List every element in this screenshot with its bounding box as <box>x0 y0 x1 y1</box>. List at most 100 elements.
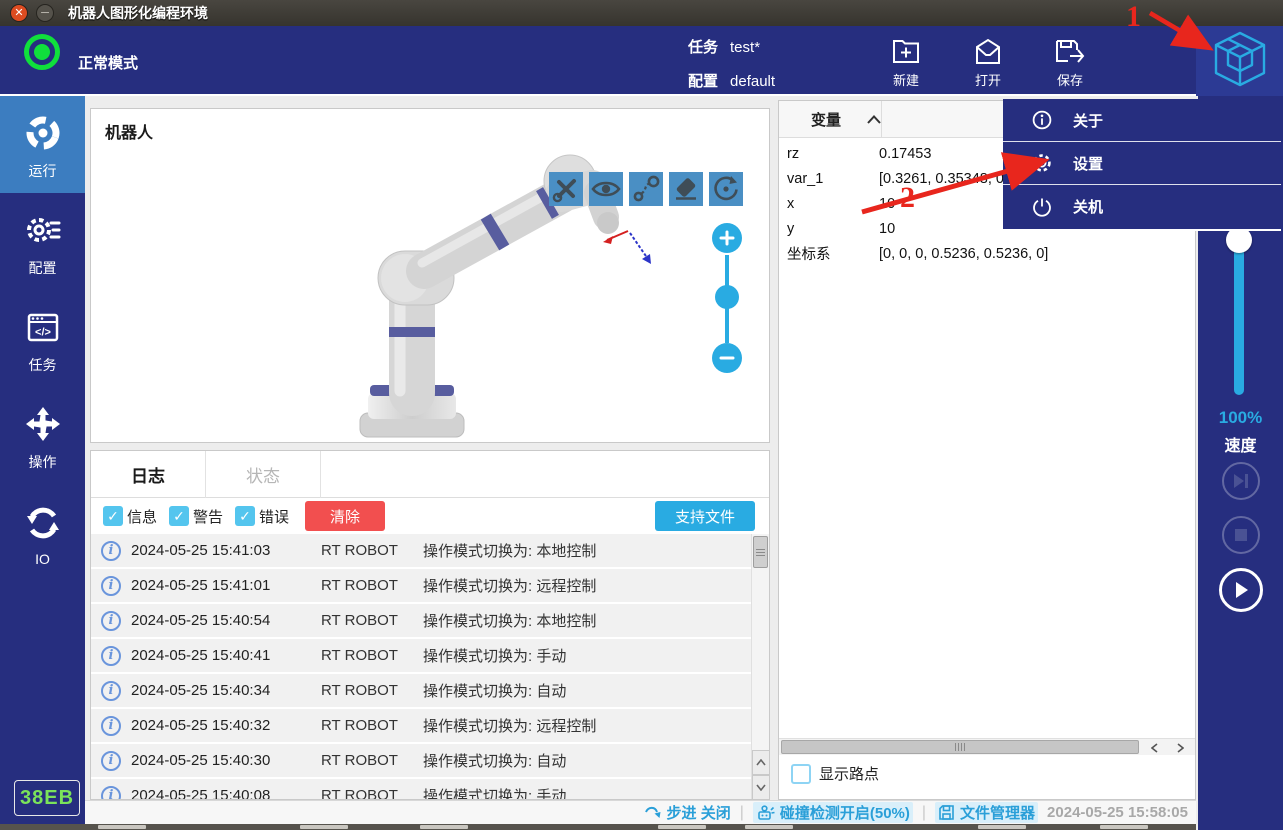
collision-detect-status[interactable]: 碰撞检测开启(50%) <box>753 802 913 823</box>
annotation-label-1: 1 <box>1126 0 1141 34</box>
open-button[interactable]: 打开 <box>962 26 1014 96</box>
step-mode-status[interactable]: 步进 关闭 <box>644 802 731 823</box>
scroll-right-button[interactable] <box>1169 740 1191 755</box>
robot-viewport-panel: 机器人 <box>90 108 770 443</box>
speed-slider-track[interactable] <box>1234 240 1244 395</box>
view-toolbar <box>549 172 743 206</box>
log-row[interactable]: i 2024-05-25 15:40:54 RT ROBOT 操作模式切换为: … <box>91 604 752 637</box>
collapse-chevron-icon <box>867 115 881 124</box>
show-waypoints-checkbox[interactable] <box>791 764 811 784</box>
variable-value: [0.3261, 0.35348, 0 <box>879 171 1004 187</box>
log-message: 操作模式切换为: 自动 <box>423 680 566 701</box>
desktop-strip <box>0 824 1196 830</box>
rotate-icon[interactable] <box>709 172 743 206</box>
filter-warning-checkbox[interactable]: ✓ <box>169 506 189 526</box>
menu-item-settings[interactable]: 设置 <box>1003 142 1281 185</box>
variable-row[interactable]: 坐标系 [0, 0, 0, 0.5236, 0.5236, 0] <box>779 241 1195 266</box>
log-row[interactable]: i 2024-05-25 15:40:32 RT ROBOT 操作模式切换为: … <box>91 709 752 742</box>
collision-detect-label: 碰撞检测开启(50%) <box>780 802 910 823</box>
save-file-icon <box>1054 37 1086 67</box>
config-field: 配置default <box>688 70 775 91</box>
scroll-down-button[interactable] <box>752 775 770 800</box>
svg-text:</>: </> <box>35 327 51 339</box>
info-icon: i <box>101 786 121 801</box>
zoom-slider-handle[interactable] <box>715 285 739 309</box>
variable-name: x <box>779 196 879 212</box>
sidebar-item-label: 配置 <box>29 258 57 278</box>
sidebar-item-io[interactable]: IO <box>0 484 85 581</box>
configure-icon <box>23 210 63 253</box>
window-close-button[interactable]: ✕ <box>10 4 28 22</box>
scroll-left-button[interactable] <box>1143 740 1165 755</box>
tab-status[interactable]: 状态 <box>206 451 321 498</box>
task-icon: </> <box>23 307 63 350</box>
task-label: 任务 <box>688 39 718 56</box>
io-icon <box>23 503 63 546</box>
log-source: RT ROBOT <box>321 647 411 664</box>
step-next-button[interactable] <box>1222 462 1260 500</box>
scrollbar-thumb[interactable] <box>781 740 1139 754</box>
eye-icon[interactable] <box>589 172 623 206</box>
skip-next-icon <box>1231 472 1251 490</box>
eraser-icon[interactable] <box>669 172 703 206</box>
zoom-out-button[interactable] <box>712 343 742 373</box>
log-row[interactable]: i 2024-05-25 15:40:08 RT ROBOT 操作模式切换为: … <box>91 779 752 800</box>
variables-header-label: 变量 <box>811 109 841 130</box>
config-value: default <box>730 73 775 90</box>
window-minimize-button[interactable]: ─ <box>36 4 54 22</box>
save-button[interactable]: 保存 <box>1044 26 1096 96</box>
log-message: 操作模式切换为: 远程控制 <box>423 575 596 596</box>
variable-name: 坐标系 <box>779 243 879 264</box>
variables-horizontal-scrollbar[interactable] <box>779 738 1195 755</box>
log-source: RT ROBOT <box>321 717 411 734</box>
sidebar-item-operate[interactable]: 操作 <box>0 387 85 484</box>
file-manager-status[interactable]: 文件管理器 <box>935 802 1038 823</box>
log-row[interactable]: i 2024-05-25 15:40:34 RT ROBOT 操作模式切换为: … <box>91 674 752 707</box>
tab-log[interactable]: 日志 <box>91 451 206 498</box>
variable-value: [0, 0, 0, 0.5236, 0.5236, 0] <box>879 246 1048 262</box>
menu-item-label: 设置 <box>1073 153 1103 174</box>
save-button-label: 保存 <box>1057 70 1083 89</box>
log-list: i 2024-05-25 15:41:03 RT ROBOT 操作模式切换为: … <box>91 534 752 800</box>
annotation-label-2: 2 <box>900 181 915 215</box>
sidebar-item-task[interactable]: </> 任务 <box>0 290 85 387</box>
log-row[interactable]: i 2024-05-25 15:41:03 RT ROBOT 操作模式切换为: … <box>91 534 752 567</box>
filter-info-checkbox[interactable]: ✓ <box>103 506 123 526</box>
log-time: 2024-05-25 15:40:32 <box>131 717 296 734</box>
log-row[interactable]: i 2024-05-25 15:40:41 RT ROBOT 操作模式切换为: … <box>91 639 752 672</box>
menu-item-shutdown[interactable]: 关机 <box>1003 185 1281 228</box>
info-icon <box>1031 110 1053 130</box>
log-row[interactable]: i 2024-05-25 15:40:30 RT ROBOT 操作模式切换为: … <box>91 744 752 777</box>
new-button[interactable]: 新建 <box>880 26 932 96</box>
filter-error-checkbox[interactable]: ✓ <box>235 506 255 526</box>
path-icon[interactable] <box>629 172 663 206</box>
file-manager-label: 文件管理器 <box>960 802 1035 823</box>
menu-item-about[interactable]: 关于 <box>1003 99 1281 142</box>
info-icon: i <box>101 681 121 701</box>
sidebar-item-label: IO <box>35 551 50 567</box>
sidebar-item-label: 运行 <box>29 161 57 181</box>
task-value: test* <box>730 39 760 56</box>
log-row[interactable]: i 2024-05-25 15:41:01 RT ROBOT 操作模式切换为: … <box>91 569 752 602</box>
tools-icon[interactable] <box>549 172 583 206</box>
play-button[interactable] <box>1219 568 1263 612</box>
app-menu-button[interactable] <box>1196 26 1283 96</box>
log-filter-row: ✓ 信息 ✓ 警告 ✓ 错误 清除 支持文件 <box>91 498 769 534</box>
robot-panel-title: 机器人 <box>105 119 153 143</box>
open-button-label: 打开 <box>975 70 1001 89</box>
sidebar-item-run[interactable]: 运行 <box>0 96 85 193</box>
status-badge: 38EB <box>14 780 80 816</box>
support-file-button[interactable]: 支持文件 <box>655 501 755 531</box>
gear-icon <box>1031 153 1053 173</box>
variable-name: var_1 <box>779 171 879 187</box>
scroll-up-button[interactable] <box>752 750 770 775</box>
sidebar-item-configure[interactable]: 配置 <box>0 193 85 290</box>
log-vertical-scrollbar[interactable] <box>751 534 769 800</box>
speed-label: 速度 <box>1198 432 1283 456</box>
log-time: 2024-05-25 15:40:08 <box>131 787 296 800</box>
clear-button[interactable]: 清除 <box>305 501 385 531</box>
zoom-in-button[interactable] <box>712 223 742 253</box>
filter-warning-label: 警告 <box>193 506 223 527</box>
scrollbar-thumb[interactable] <box>753 536 768 568</box>
stop-button[interactable] <box>1222 516 1260 554</box>
